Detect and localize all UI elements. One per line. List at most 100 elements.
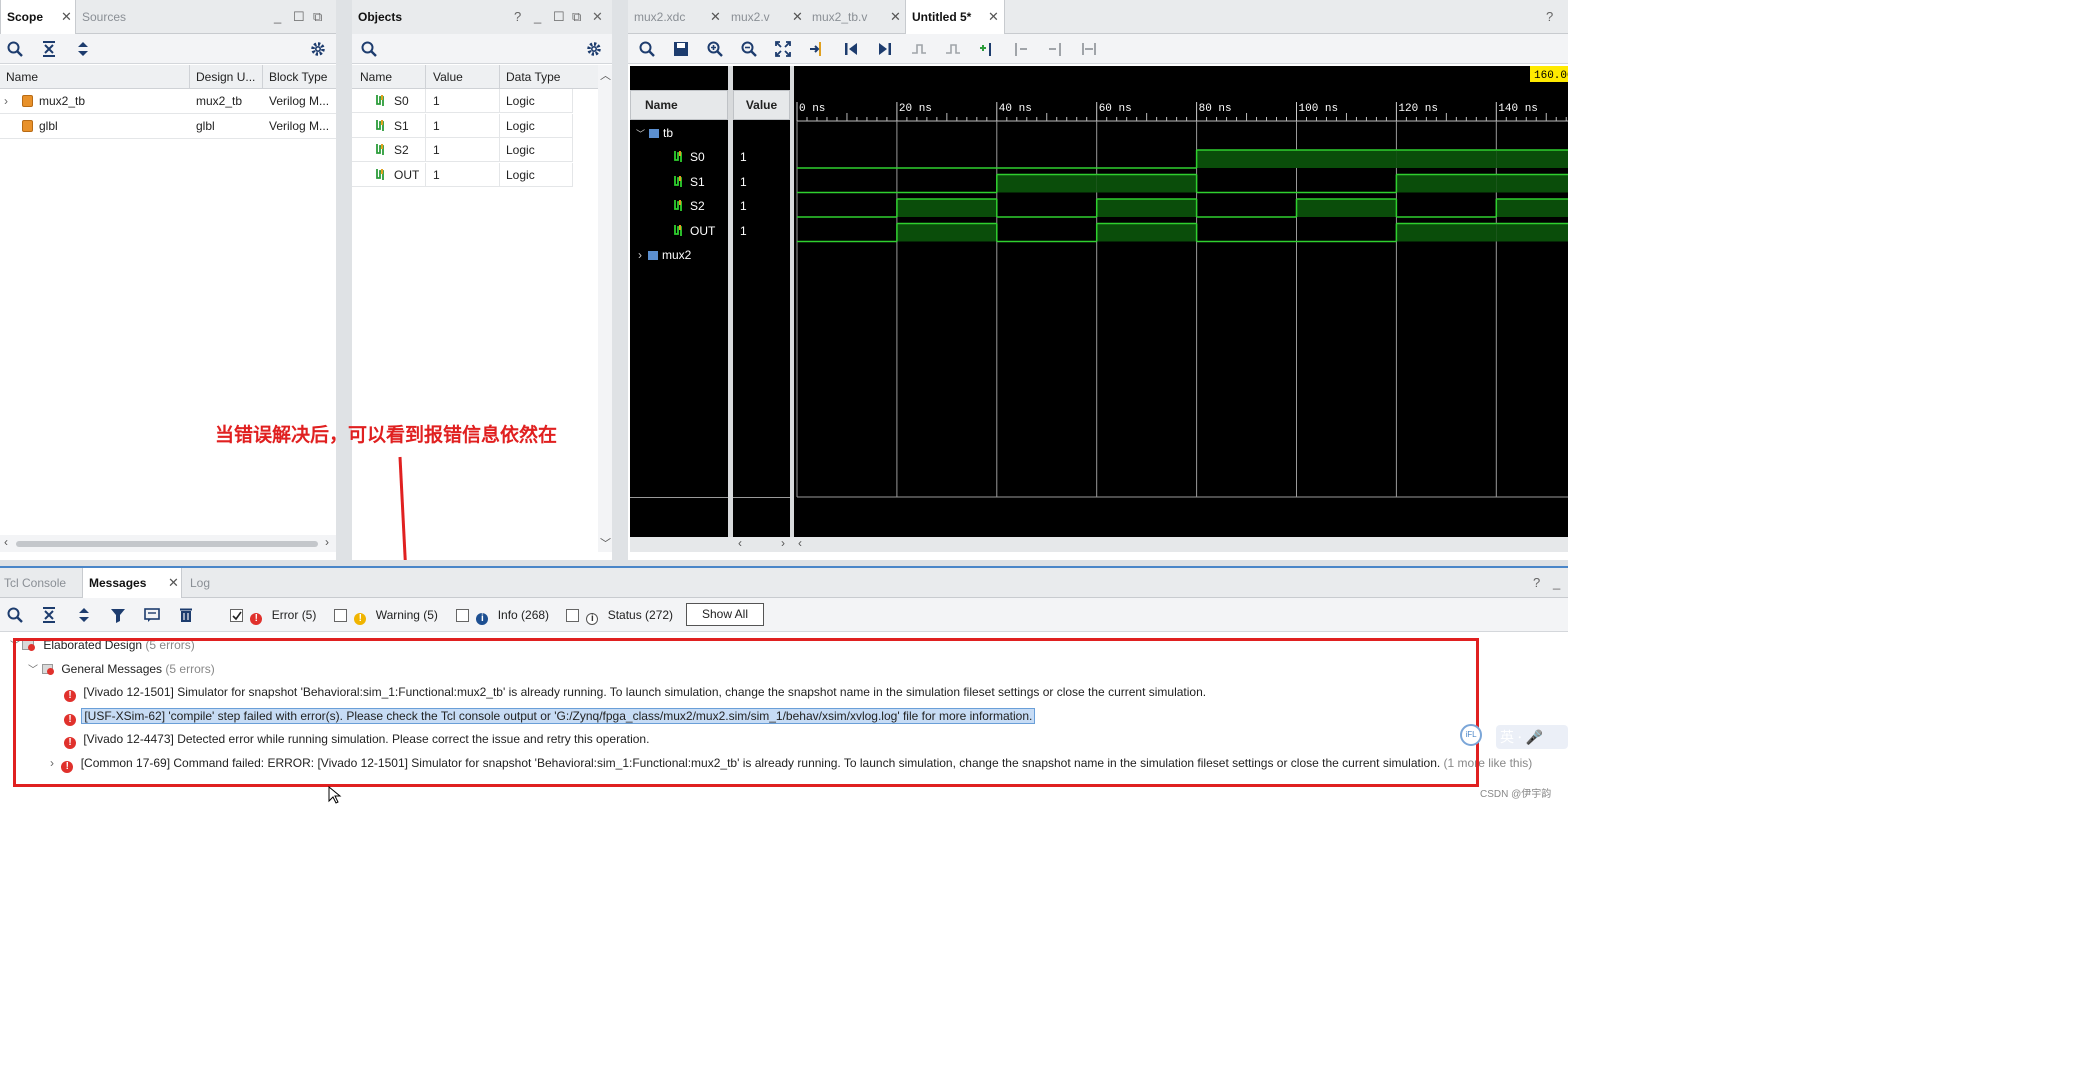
collapse-all-icon[interactable]	[40, 606, 58, 624]
collapse-all-icon[interactable]	[40, 40, 58, 58]
signal-row[interactable]: S0	[674, 148, 705, 166]
name-column-header[interactable]: Name	[630, 90, 728, 120]
search-icon[interactable]	[6, 606, 24, 624]
scroll-left-icon[interactable]: ‹	[4, 535, 8, 549]
scroll-left-icon[interactable]: ‹	[738, 536, 742, 550]
table-row[interactable]: glbl glbl Verilog M...	[0, 114, 336, 139]
table-row[interactable]: S0 1 Logic	[352, 89, 573, 113]
error-checkbox[interactable]	[230, 609, 243, 622]
warning-filter[interactable]: ! Warning (5)	[334, 608, 438, 625]
col-name[interactable]: Name	[360, 65, 392, 89]
col-value[interactable]: Value	[433, 65, 463, 89]
filter-icon[interactable]	[109, 606, 127, 624]
col-block-type[interactable]: Block Type	[269, 65, 327, 89]
tab-sources[interactable]: Sources	[76, 0, 146, 34]
chevron-down-icon[interactable]: ﹀	[10, 641, 20, 652]
help-icon[interactable]: ?	[1546, 0, 1553, 34]
close-icon[interactable]: ✕	[168, 568, 179, 598]
expand-all-icon[interactable]	[74, 40, 92, 58]
close-icon[interactable]: ✕	[890, 0, 901, 34]
expand-all-icon[interactable]	[75, 606, 93, 624]
save-icon[interactable]	[672, 40, 690, 58]
tree-root[interactable]: ﹀ Elaborated Design (5 errors)	[10, 636, 195, 655]
table-row[interactable]: S2 1 Logic	[352, 138, 573, 162]
col-design-unit[interactable]: Design U...	[196, 65, 255, 89]
col-name[interactable]: Name	[6, 65, 38, 89]
go-to-cursor-icon[interactable]	[808, 40, 826, 58]
float-icon[interactable]: ⧉	[572, 0, 581, 34]
tree-group[interactable]: ﹀ General Messages (5 errors)	[28, 660, 215, 679]
close-icon[interactable]: ✕	[61, 0, 72, 34]
scroll-right-icon[interactable]: ›	[781, 536, 785, 550]
gear-icon[interactable]	[309, 40, 327, 58]
list-item-selected[interactable]: ! [USF-XSim-62] 'compile' step failed wi…	[64, 707, 1036, 726]
maximize-icon[interactable]: ☐	[293, 0, 305, 34]
ime-icon[interactable]: iFL	[1460, 724, 1482, 746]
scroll-up-icon[interactable]: ︿	[600, 67, 611, 83]
list-item[interactable]: ! [Vivado 12-4473] Detected error while …	[64, 730, 649, 749]
waveform-scrollbar[interactable]: ‹ › ‹	[630, 536, 1568, 552]
close-icon[interactable]: ✕	[592, 0, 603, 34]
chevron-right-icon[interactable]: ›	[638, 248, 642, 262]
info-checkbox[interactable]	[456, 609, 469, 622]
column-splitter[interactable]	[728, 66, 733, 552]
panel-divider[interactable]	[612, 0, 628, 560]
chevron-right-icon[interactable]: ›	[50, 756, 54, 770]
table-row[interactable]: OUT 1 Logic	[352, 162, 573, 187]
add-marker-icon[interactable]	[978, 40, 996, 58]
minimize-icon[interactable]: _	[1553, 568, 1560, 598]
status-checkbox[interactable]	[566, 609, 579, 622]
message-icon[interactable]	[143, 606, 161, 624]
chevron-right-icon[interactable]: ›	[4, 89, 8, 113]
close-icon[interactable]: ✕	[988, 0, 999, 34]
tab-messages[interactable]: Messages	[82, 568, 182, 598]
minimize-icon[interactable]: _	[274, 0, 281, 34]
delete-icon[interactable]	[177, 606, 195, 624]
status-filter[interactable]: i Status (272)	[566, 608, 673, 625]
table-row[interactable]: S1 1 Logic	[352, 113, 573, 138]
horizontal-scrollbar[interactable]: ‹ ›	[0, 535, 336, 552]
col-data-type[interactable]: Data Type	[506, 65, 560, 89]
show-all-button[interactable]: Show All	[686, 603, 764, 626]
tab-log[interactable]: Log	[184, 568, 226, 598]
search-icon[interactable]	[6, 40, 24, 58]
help-icon[interactable]: ?	[1533, 568, 1540, 598]
waveform-canvas[interactable]: 160.00 0 ns 20 ns 40 ns 60 ns 80 ns 100 ns 120 …	[794, 66, 1568, 537]
zoom-fit-icon[interactable]	[774, 40, 792, 58]
maximize-icon[interactable]: ☐	[553, 0, 565, 34]
previous-transition-icon[interactable]	[910, 40, 928, 58]
float-icon[interactable]: ⧉	[313, 0, 322, 34]
minimize-icon[interactable]: _	[534, 0, 541, 34]
go-to-start-icon[interactable]	[842, 40, 860, 58]
signal-row[interactable]: OUT	[674, 222, 715, 240]
error-filter[interactable]: ! Error (5)	[230, 608, 316, 625]
info-filter[interactable]: i Info (268)	[456, 608, 549, 625]
scope-row-mux2[interactable]: › mux2	[638, 246, 691, 264]
search-icon[interactable]	[638, 40, 656, 58]
warning-checkbox[interactable]	[334, 609, 347, 622]
value-column-header[interactable]: Value	[733, 90, 790, 120]
signal-row[interactable]: S1	[674, 173, 705, 191]
ime-toolbar[interactable]: 英 ⸱ 🎤	[1496, 725, 1568, 749]
vertical-scrollbar[interactable]: ︿ ﹀	[598, 65, 612, 552]
scroll-right-icon[interactable]: ›	[325, 535, 329, 549]
list-item[interactable]: ! [Vivado 12-1501] Simulator for snapsho…	[64, 683, 1206, 702]
panel-divider[interactable]	[336, 0, 352, 560]
scrollbar-thumb[interactable]	[16, 541, 318, 547]
signal-row[interactable]: S2	[674, 197, 705, 215]
gear-icon[interactable]	[585, 40, 603, 58]
scroll-down-icon[interactable]: ﹀	[600, 535, 611, 551]
next-transition-icon[interactable]	[944, 40, 962, 58]
help-icon[interactable]: ?	[514, 0, 521, 34]
list-item[interactable]: › ! [Common 17-69] Command failed: ERROR…	[50, 754, 1532, 773]
zoom-in-icon[interactable]	[706, 40, 724, 58]
search-icon[interactable]	[360, 40, 378, 58]
go-to-end-icon[interactable]	[876, 40, 894, 58]
zoom-out-icon[interactable]	[740, 40, 758, 58]
close-icon[interactable]: ✕	[792, 0, 803, 34]
close-icon[interactable]: ✕	[710, 0, 721, 34]
tab-tcl-console[interactable]: Tcl Console	[0, 568, 80, 598]
chevron-down-icon[interactable]: ﹀	[636, 129, 645, 139]
previous-marker-icon[interactable]	[1012, 40, 1030, 58]
next-marker-icon[interactable]	[1046, 40, 1064, 58]
